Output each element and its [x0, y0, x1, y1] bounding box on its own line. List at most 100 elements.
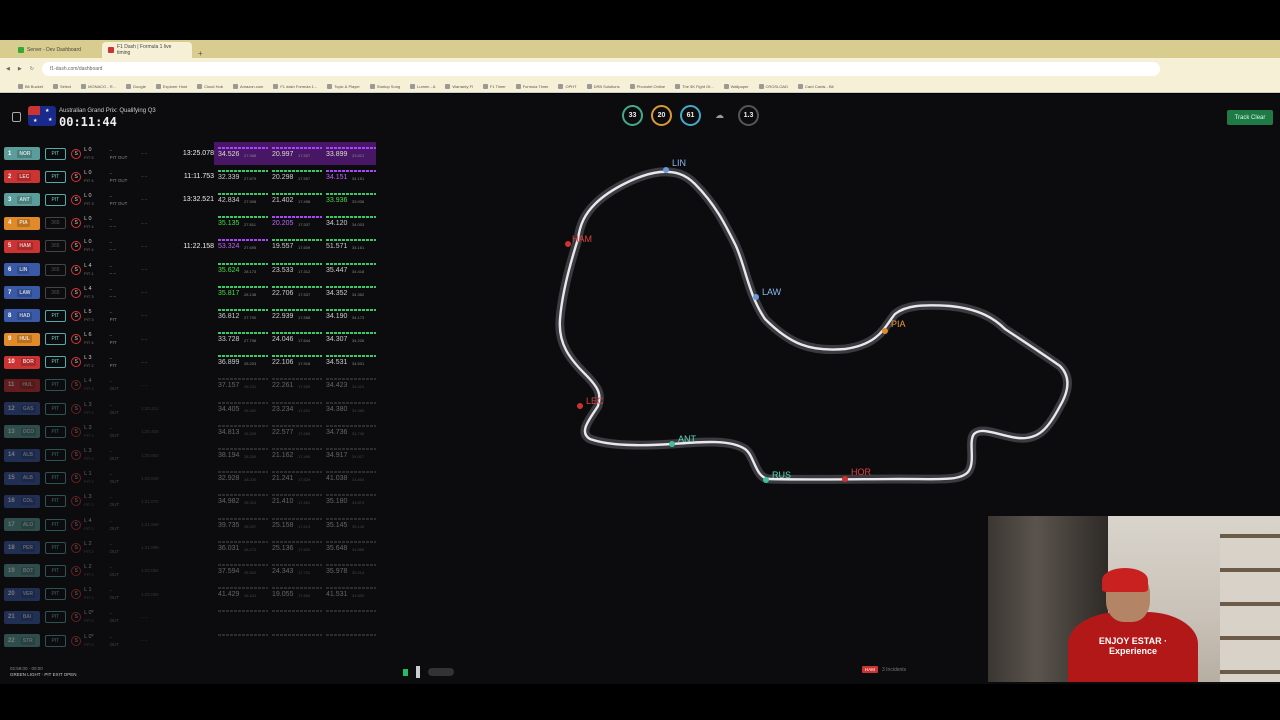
driver-row[interactable]: 1 NOR PIT S L 0 PIT 5– PIT OUT – –13:25.078 34.5… [4, 142, 376, 166]
lap-count: L 4 [84, 378, 92, 385]
driver-row[interactable]: 8 HAD PIT S L 5 PIT 3– PIT – –36.812 27.790 22.93… [4, 304, 376, 327]
bookmark-item[interactable]: Cloud Hub [197, 83, 223, 89]
sector-2: 22.577 17.665 [272, 424, 322, 439]
drs-pit-indicator: PIT [44, 147, 67, 160]
webcam-overlay: ENJOY ESTAR · Experience [988, 516, 1280, 682]
sector-2: 22.706 17.537 [272, 285, 322, 300]
position-number: 20 [8, 591, 15, 598]
sector-1: 34.526 27.968 [218, 146, 268, 161]
mini-sector-bar [326, 239, 376, 242]
sector-2: 20.205 17.537 [272, 216, 322, 230]
address-bar[interactable]: f1-dash.com/dashboard [41, 62, 1160, 76]
bookmark-item[interactable]: Startup Song [369, 83, 400, 89]
driver-row[interactable]: 12 GAS PIT S L 3 PIT 2– OUT 1:20.311 34.405 28.49… [4, 397, 376, 420]
driver-row[interactable]: 16 COL PIT S L 3 PIT 2– OUT 1:21.070 34.982 28.31… [4, 490, 376, 513]
bookmark-item[interactable]: Google [125, 83, 146, 89]
sector-3: 41.038 34.800 [326, 471, 376, 485]
driver-row[interactable]: 14 ALB PIT S L 3 PIT 2– OUT 1:20.693 38.194 28.20… [4, 443, 376, 466]
bookmark-item[interactable]: Wallpaper [723, 83, 749, 89]
driver-row[interactable]: 9 HUL PIT S L 6 PIT 4– PIT – –33.728 27.798 24.04… [4, 328, 376, 351]
driver-row[interactable]: 20 VER PIT S L 1 PIT 1– OUT 1:23.056 41.429 28.44… [4, 583, 376, 606]
lap-info: L 0 PIT 5 [84, 147, 110, 161]
driver-row[interactable]: 18 PER PIT S L 2 PIT 2– OUT 1:21.899 36.031 28.27… [4, 536, 376, 559]
driver-row[interactable]: 4 PIA 365 S L 0 PIT 4– – – – –35.135 27.811 20.20… [4, 212, 376, 235]
driver-row[interactable]: 17 ALO PIT S L 4 PIT 2– OUT 1:21.669 39.735 28.29… [4, 513, 376, 536]
bookmark-item[interactable]: F1 Timer [482, 83, 506, 89]
driver-code: BAI [20, 613, 34, 622]
driver-code: ANT [17, 195, 32, 204]
webcam-shelf [1220, 534, 1280, 682]
driver-row[interactable]: 15 ALB PIT S L 1 PIT 2– OUT 1:20.848 32.928 28.22… [4, 467, 376, 490]
bookmark-item[interactable]: Phonotel Online [629, 83, 665, 89]
playback-pill[interactable] [428, 668, 454, 676]
car-dot-rus[interactable] [763, 477, 769, 483]
driver-code: PER [20, 543, 35, 552]
driver-row[interactable]: 22 STR PIT S L 0* PIT 0– OUT – – [4, 629, 376, 652]
position-number: 12 [8, 405, 15, 412]
bookmark-item[interactable]: CROSLOAD [758, 83, 788, 89]
car-dot-pia[interactable] [882, 328, 888, 334]
car-dot-ant[interactable] [669, 441, 675, 447]
bookmark-item[interactable]: Formula Timer [515, 83, 548, 89]
car-dot-hor[interactable] [842, 476, 848, 482]
sector-time: 20.298 [272, 173, 294, 181]
sector-time: 19.055 [272, 591, 294, 599]
driver-row[interactable]: 2 LEC PIT S L 0 PIT 4– PIT OUT – –11:11.753 32.3… [4, 165, 376, 188]
reload-icon[interactable]: ↻ [30, 66, 34, 72]
weather-panel: 33 20 61 ☁ 1.3 [622, 105, 759, 126]
drs-pit-indicator: PIT [44, 541, 67, 554]
bookmark-item[interactable]: The 5K Fight Of... [675, 83, 714, 89]
interval-value: – – [141, 290, 148, 296]
back-icon[interactable]: ◀ [6, 66, 10, 72]
bookmark-item[interactable]: DRB Solutions [586, 83, 620, 89]
bookmark-favicon-icon [586, 83, 592, 89]
sector-time: 37.157 [218, 382, 240, 390]
sector-time: 21.402 [272, 196, 294, 204]
bookmark-item[interactable]: Explorer Host [155, 83, 187, 89]
sectors: 34.526 27.968 20.997 17.557 33.899 33.821 [218, 146, 376, 161]
car-dot-ham[interactable] [565, 241, 571, 247]
browser-tab-f1dash[interactable]: F1 Dash | Formula 1 live timing [102, 42, 192, 58]
car-dot-law[interactable] [753, 294, 759, 300]
bookmark-item[interactable]: Topic & Player [327, 83, 360, 89]
driver-code: LAW [17, 288, 33, 297]
new-tab-button[interactable]: + [192, 49, 209, 58]
lap-count: L 0 [84, 169, 92, 176]
driver-row[interactable]: 10 BOR PIT S L 3 PIT 2– PIT – –36.899 28.203 22.1… [4, 351, 376, 374]
bookmark-favicon-icon [81, 83, 87, 89]
bookmark-item[interactable]: MONACO - R... [81, 83, 116, 89]
sector-time: 34.736 [326, 428, 348, 436]
bookmark-item[interactable]: F1 dash Formula 1... [273, 83, 317, 89]
bookmark-item[interactable]: Amazon.com [232, 83, 263, 89]
sector-2: 24.046 17.644 [272, 332, 322, 346]
bookmark-item[interactable]: OPHT [558, 83, 577, 89]
interval-value: – – [141, 336, 148, 342]
car-dot-lec[interactable] [577, 403, 583, 409]
sector-best: 17.555 [298, 384, 311, 390]
driver-row[interactable]: 5 HAM 365 S L 0 PIT 4– – – – –11:22.158 53.324 27… [4, 235, 376, 258]
bookmark-item[interactable]: Select [53, 83, 71, 89]
driver-row[interactable]: 19 BOT PIT S L 2 PIT 2– OUT 1:22.084 37.594 28.30… [4, 559, 376, 582]
driver-row[interactable]: 21 BAI PIT S L 0* PIT 0– OUT – – [4, 606, 376, 629]
bookmark-item[interactable]: Bit Bucket [18, 83, 43, 89]
tyre-soft-icon: S [71, 148, 82, 159]
driver-row[interactable]: 13 OCO PIT S L 3 PIT 2– OUT 1:20.405 34.813 28.33… [4, 420, 376, 443]
forward-icon[interactable]: ▶ [18, 66, 22, 72]
bookmark-item[interactable]: Lumen - A [410, 83, 435, 89]
driver-row[interactable]: 6 LIN 365 S L 4 PIT 1– – – – –35.624 28.173 23.53… [4, 258, 376, 281]
drs-pit-indicator: PIT [44, 356, 67, 369]
bookmark-item[interactable]: Warranty Fl [445, 83, 473, 89]
driver-row[interactable]: 3 ANT PIT S L 0 PIT 3– PIT OUT – –13:32.521 42.8… [4, 188, 376, 211]
pit-count: PIT 2 [84, 363, 94, 369]
gap-value: – [109, 564, 113, 570]
sidebar-toggle-icon[interactable] [12, 112, 21, 122]
browser-tab-server[interactable]: Server - Dev Dashboard [12, 42, 102, 58]
position-badge: 12 GAS [4, 402, 40, 416]
bookmark-item[interactable]: Card Cards - Bit [797, 83, 834, 89]
car-label-pia: PIA [891, 319, 906, 329]
playback-slider-handle[interactable] [416, 666, 420, 678]
car-dot-lin[interactable] [663, 167, 669, 173]
driver-row[interactable]: 7 LAW 365 S L 4 PIT 3– – – – –35.817 28.138 22.70… [4, 281, 376, 304]
driver-row[interactable]: 11 HUL PIT S L 4 PIT 3– OUT – –37.157 28.231 22.2… [4, 374, 376, 397]
mini-sector-bar [272, 308, 322, 311]
